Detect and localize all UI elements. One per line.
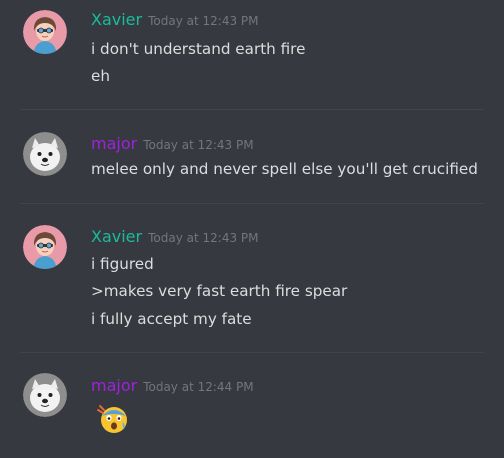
message-text: eh (91, 67, 110, 85)
message-divider (20, 203, 484, 204)
username[interactable]: Xavier (91, 10, 142, 29)
message-text: >makes very fast earth fire spear (91, 282, 348, 300)
message-header: Xavier Today at 12:43 PM (91, 10, 259, 29)
timestamp: Today at 12:44 PM (143, 380, 254, 394)
anime-character-avatar-icon (23, 225, 67, 269)
message-header: major Today at 12:44 PM (91, 376, 254, 395)
message-text: melee only and never spell else you'll g… (91, 160, 478, 178)
message-header: Xavier Today at 12:43 PM (91, 227, 259, 246)
username[interactable]: major (91, 376, 137, 395)
message-divider (20, 109, 484, 110)
timestamp: Today at 12:43 PM (143, 138, 254, 152)
message-text: i figured (91, 255, 154, 273)
samoyed-dog-avatar-icon (23, 132, 67, 176)
samoyed-dog-avatar-icon (23, 373, 67, 417)
user-avatar-xavier[interactable] (23, 10, 67, 54)
message-divider (20, 352, 484, 353)
user-avatar-xavier[interactable] (23, 225, 67, 269)
message-text: i fully accept my fate (91, 310, 252, 328)
face-screaming-in-fear-emoji-icon[interactable] (95, 404, 131, 438)
user-avatar-major[interactable] (23, 373, 67, 417)
message-header: major Today at 12:43 PM (91, 134, 254, 153)
timestamp: Today at 12:43 PM (148, 231, 259, 245)
message-text: i don't understand earth fire (91, 40, 306, 58)
timestamp: Today at 12:43 PM (148, 14, 259, 28)
user-avatar-major[interactable] (23, 132, 67, 176)
username[interactable]: major (91, 134, 137, 153)
username[interactable]: Xavier (91, 227, 142, 246)
anime-character-avatar-icon (23, 10, 67, 54)
